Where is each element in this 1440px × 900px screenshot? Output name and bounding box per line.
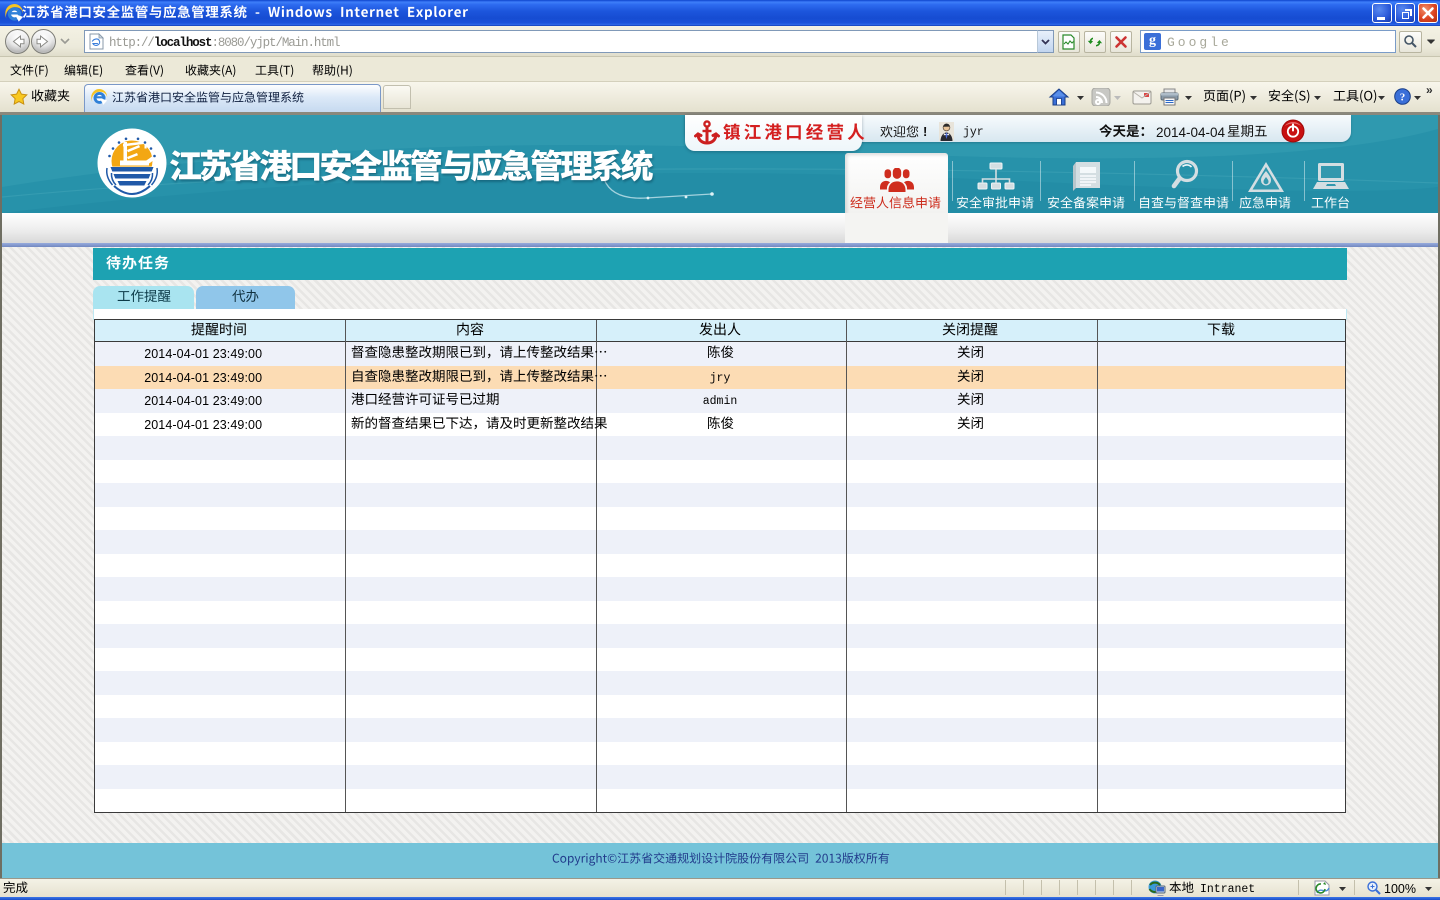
svg-text:?: ? bbox=[1400, 92, 1406, 104]
